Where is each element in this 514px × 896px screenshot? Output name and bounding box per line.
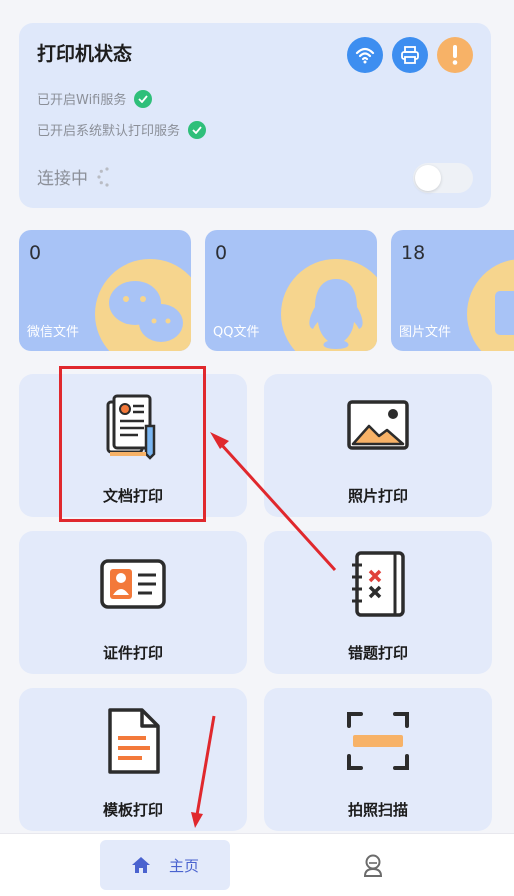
- bottom-nav: 主页: [0, 833, 514, 896]
- photo-icon: [347, 400, 409, 450]
- connection-status: 连接中: [37, 164, 118, 189]
- id-print-tile[interactable]: 证件打印: [19, 531, 247, 674]
- stat-label: QQ文件: [213, 325, 260, 340]
- tile-label: 错题打印: [347, 644, 408, 662]
- connecting-text: 连接中: [37, 169, 88, 189]
- wifi-service-row: 已开启Wifi服务: [37, 89, 153, 108]
- wifi-service-text: 已开启Wifi服务: [37, 93, 127, 108]
- stat-label: 微信文件: [27, 325, 80, 340]
- stat-count: 18: [401, 242, 426, 264]
- image-icon: [467, 259, 514, 351]
- wechat-icon: [95, 259, 191, 351]
- stat-card-image[interactable]: 18 图片文件: [391, 230, 514, 351]
- qq-icon: [281, 259, 377, 351]
- check-icon: [134, 89, 153, 108]
- check-icon: [188, 120, 207, 139]
- stat-count: 0: [29, 242, 42, 264]
- template-icon: [108, 708, 160, 774]
- stat-label: 图片文件: [399, 325, 452, 340]
- scan-icon: [347, 712, 409, 770]
- connection-toggle[interactable]: [413, 163, 473, 193]
- file-stats-row: 0 微信文件 0 QQ文件 18 图片文件: [19, 230, 514, 352]
- nav-home-label: 主页: [168, 856, 199, 875]
- printer-status-card: 打印机状态 已开启Wifi服务 已开启系统默认打印服务 连接中: [19, 23, 491, 208]
- tile-label: 拍照扫描: [347, 801, 408, 819]
- default-print-service-row: 已开启系统默认打印服务: [37, 120, 207, 139]
- stat-count: 0: [215, 242, 228, 264]
- loading-spinner-icon: [97, 166, 109, 187]
- printer-icon[interactable]: [392, 37, 428, 73]
- toggle-knob: [415, 165, 441, 191]
- notebook-icon: [352, 551, 405, 617]
- profile-icon[interactable]: [362, 854, 384, 878]
- tile-label: 模板打印: [102, 801, 163, 819]
- stat-card-qq[interactable]: 0 QQ文件: [205, 230, 377, 351]
- template-print-tile[interactable]: 模板打印: [19, 688, 247, 831]
- id-card-icon: [100, 559, 166, 609]
- default-print-service-text: 已开启系统默认打印服务: [37, 124, 181, 139]
- tile-label: 证件打印: [102, 644, 163, 662]
- nav-home[interactable]: 主页: [100, 840, 230, 890]
- home-icon: [131, 857, 150, 873]
- tile-label: 照片打印: [347, 487, 408, 505]
- warning-icon[interactable]: [437, 37, 473, 73]
- stat-card-wechat[interactable]: 0 微信文件: [19, 230, 191, 351]
- status-title: 打印机状态: [37, 43, 133, 65]
- photo-print-tile[interactable]: 照片打印: [264, 374, 492, 517]
- scan-tile[interactable]: 拍照扫描: [264, 688, 492, 831]
- annotation-box-document: [59, 366, 206, 522]
- wifi-icon[interactable]: [347, 37, 383, 73]
- mistake-print-tile[interactable]: 错题打印: [264, 531, 492, 674]
